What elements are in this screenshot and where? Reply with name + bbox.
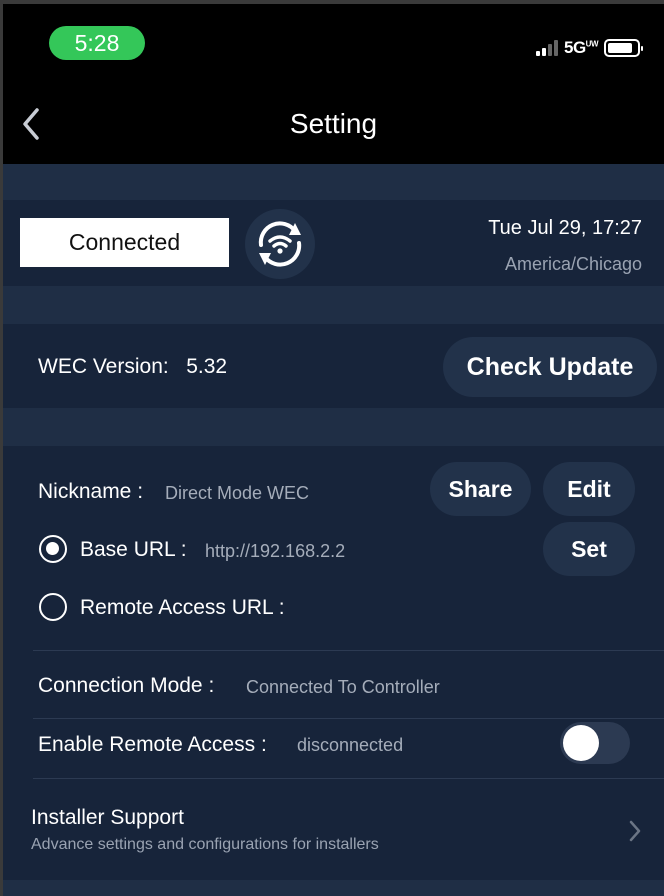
wifi-sync-icon[interactable] [245,209,315,279]
connection-status: Connected [20,218,229,267]
installer-support-title[interactable]: Installer Support [31,806,184,830]
section-spacer [3,880,664,896]
divider [33,718,664,719]
version-row: WEC Version: 5.32 [38,355,227,379]
connection-mode-value: Connected To Controller [246,677,440,697]
nickname-label: Nickname : [38,480,144,503]
status-indicators: 5GUW [535,38,643,58]
version-label: WEC Version: [38,355,169,378]
remote-access-status: disconnected [297,735,404,755]
divider [33,650,664,651]
check-update-button[interactable]: Check Update [443,337,657,397]
network-type: 5GUW [563,38,599,57]
toggle-knob [563,725,599,761]
installer-support-subtitle: Advance settings and configurations for … [31,836,379,853]
section-spacer [3,286,664,324]
remote-access-toggle[interactable] [560,722,630,764]
remote-access-label: Enable Remote Access : [38,733,267,756]
connection-mode-label: Connection Mode : [38,674,215,697]
section-spacer [3,408,664,446]
page-title: Setting [289,108,378,139]
nickname-value: Direct Mode WEC [165,483,310,503]
status-time: 5:28 [49,26,145,60]
chevron-right-icon[interactable] [627,818,643,844]
date-time: Tue Jul 29, 17:27 [488,217,642,239]
settings-screen: 5:28 5GUW Setting Connected Tue Jul 29, … [3,4,664,896]
set-button[interactable]: Set [543,522,635,576]
share-button[interactable]: Share [430,462,531,516]
battery-icon [604,39,643,57]
base-url-radio[interactable] [39,535,67,563]
nav-bar: Setting [3,84,664,164]
section-spacer [3,164,664,200]
signal-icon [535,40,558,56]
base-url-label: Base URL : [80,538,187,561]
remote-url-radio[interactable] [39,593,67,621]
version-value: 5.32 [186,355,228,378]
base-url-value: http://192.168.2.2 [205,541,346,561]
remote-url-label: Remote Access URL : [80,596,285,619]
status-bar: 5:28 5GUW [3,4,664,84]
timezone: America/Chicago [504,254,642,274]
edit-button[interactable]: Edit [543,462,635,516]
divider [33,778,664,779]
